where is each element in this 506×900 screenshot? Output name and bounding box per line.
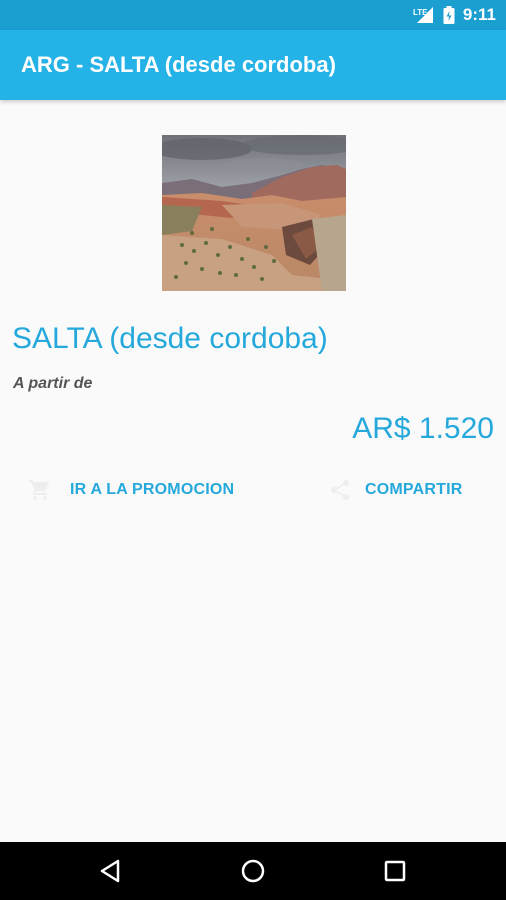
back-button[interactable] — [96, 856, 126, 886]
share-icon — [328, 478, 352, 502]
share-button[interactable]: COMPARTIR — [328, 468, 463, 512]
status-time: 9:11 — [462, 5, 496, 24]
cart-icon — [28, 478, 52, 502]
price-label: A partir de — [13, 375, 93, 392]
back-icon — [100, 859, 120, 883]
recents-icon — [384, 860, 406, 882]
home-icon — [241, 859, 265, 883]
lte-signal-icon: LTE — [413, 6, 435, 24]
recents-button[interactable] — [380, 856, 410, 886]
home-button[interactable] — [238, 856, 268, 886]
app-bar: ARG - SALTA (desde cordoba) — [0, 30, 506, 100]
app-bar-title: ARG - SALTA (desde cordoba) — [21, 52, 336, 77]
share-label: COMPARTIR — [365, 481, 463, 498]
go-to-promotion-label: IR A LA PROMOCION — [70, 481, 235, 498]
status-bar: LTE 9:11 — [0, 0, 506, 30]
promo-price: AR$ 1.520 — [352, 412, 494, 445]
promo-title: SALTA (desde cordoba) — [12, 322, 328, 355]
navigation-bar — [0, 842, 506, 900]
go-to-promotion-button[interactable]: IR A LA PROMOCION — [28, 468, 234, 512]
battery-icon — [443, 6, 455, 24]
salta-landscape-image — [152, 135, 362, 291]
